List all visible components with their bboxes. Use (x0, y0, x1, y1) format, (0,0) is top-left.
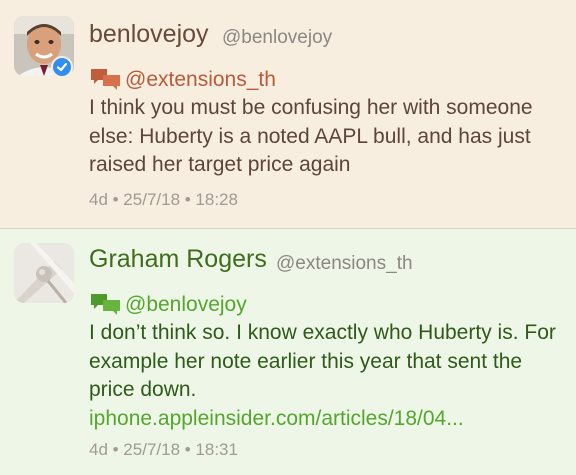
reply-mention-link[interactable]: @extensions_th (125, 68, 276, 92)
tweet-timestamp[interactable]: 4d • 25/7/18 • 18:31 (89, 440, 238, 460)
url-link[interactable]: iphone.appleinsider.com/articles/18/04..… (89, 407, 464, 430)
reply-mention-link[interactable]: @benlovejoy (125, 293, 247, 317)
display-name[interactable]: Graham Rogers (89, 245, 267, 274)
tweet-text: I think you must be confusing her with s… (89, 96, 533, 176)
tweet-item[interactable]: Graham Rogers @extensions_th @benlovejoy… (0, 229, 576, 475)
username-handle[interactable]: @benlovejoy (222, 27, 332, 49)
avatar[interactable] (14, 243, 74, 303)
tweet-item[interactable]: benlovejoy @benlovejoy @extensions_th I … (0, 0, 576, 229)
conversation-bubbles-icon (91, 294, 120, 315)
tweet-text-plain: I don’t think so. I know exactly who Hub… (89, 321, 556, 401)
tweet-timestamp[interactable]: 4d • 25/7/18 • 18:28 (89, 190, 238, 210)
username-handle[interactable]: @extensions_th (276, 253, 413, 275)
verified-badge-icon (51, 56, 73, 78)
display-name[interactable]: benlovejoy (89, 20, 209, 49)
conversation-bubbles-icon (91, 69, 120, 90)
tweet-text: I don’t think so. I know exactly who Hub… (89, 319, 559, 433)
